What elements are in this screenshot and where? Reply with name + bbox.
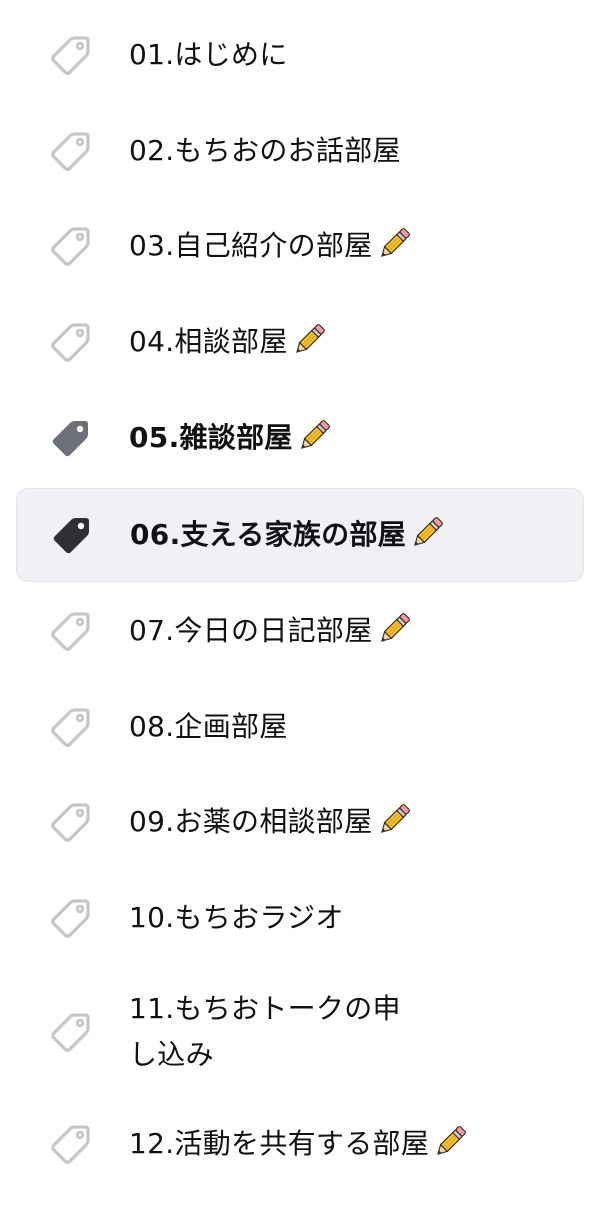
channel-name: 01.はじめに <box>129 38 288 71</box>
pencil-icon <box>295 324 325 353</box>
tag-outline-icon <box>50 897 92 939</box>
channel-item-02[interactable]: 02.もちおのお話部屋 <box>16 104 584 198</box>
channel-label: 11.もちおトークの申し込み <box>129 986 429 1078</box>
pencil-icon <box>380 228 410 257</box>
channel-item-11[interactable]: 11.もちおトークの申し込み <box>16 968 584 1096</box>
channel-label: 10.もちおラジオ <box>129 895 344 941</box>
tag-filled-icon <box>51 514 93 556</box>
channel-label: 01.はじめに <box>129 32 288 78</box>
tag-filled-icon <box>50 417 92 459</box>
channel-label: 05.雑談部屋 <box>129 415 333 461</box>
channel-name: 09.お薬の相談部屋 <box>129 805 373 838</box>
channel-item-12[interactable]: 12.活動を共有する部屋 <box>16 1097 584 1191</box>
channel-label: 02.もちおのお話部屋 <box>129 128 401 174</box>
channel-name: 04.相談部屋 <box>129 325 288 358</box>
tag-outline-icon <box>50 34 92 76</box>
channel-name: 06.支える家族の部屋 <box>130 518 407 551</box>
channel-item-04[interactable]: 04.相談部屋 <box>16 295 584 389</box>
tag-outline-icon <box>50 130 92 172</box>
channel-name: 03.自己紹介の部屋 <box>129 229 373 262</box>
tag-outline-icon <box>50 1123 92 1165</box>
tag-outline-icon <box>50 706 92 748</box>
channel-item-09[interactable]: 09.お薬の相談部屋 <box>16 775 584 869</box>
channel-label: 06.支える家族の部屋 <box>130 512 446 558</box>
channel-name: 10.もちおラジオ <box>129 901 344 934</box>
channel-label: 07.今日の日記部屋 <box>129 608 413 654</box>
pencil-icon <box>414 517 443 546</box>
pencil-icon <box>300 420 330 449</box>
channel-item-05[interactable]: 05.雑談部屋 <box>16 391 584 485</box>
channel-item-10[interactable]: 10.もちおラジオ <box>16 871 584 965</box>
tag-outline-icon <box>50 321 92 363</box>
pencil-icon <box>380 804 410 833</box>
channel-label: 12.活動を共有する部屋 <box>129 1121 469 1167</box>
tag-outline-icon <box>50 801 92 843</box>
channel-item-03[interactable]: 03.自己紹介の部屋 <box>16 199 584 293</box>
channel-item-08[interactable]: 08.企画部屋 <box>16 680 584 774</box>
channel-name: 08.企画部屋 <box>129 710 288 743</box>
channel-label: 03.自己紹介の部屋 <box>129 223 413 269</box>
channel-name: 12.活動を共有する部屋 <box>129 1127 430 1160</box>
pencil-icon <box>437 1126 467 1155</box>
pencil-icon <box>380 613 410 642</box>
channel-name: 07.今日の日記部屋 <box>129 614 373 647</box>
channel-item-01[interactable]: 01.はじめに <box>16 8 584 102</box>
channel-label: 09.お薬の相談部屋 <box>129 799 413 845</box>
channel-item-06[interactable]: 06.支える家族の部屋 <box>16 488 584 582</box>
channel-name: 02.もちおのお話部屋 <box>129 134 401 167</box>
channel-list: 01.はじめに 02.もちおのお話部屋 03.自己紹介の部屋 04.相談部屋 05.雑談… <box>0 0 595 1206</box>
tag-outline-icon <box>50 610 92 652</box>
channel-label: 08.企画部屋 <box>129 704 288 750</box>
tag-outline-icon <box>50 225 92 267</box>
tag-outline-icon <box>50 1011 92 1053</box>
channel-name: 11.もちおトークの申し込み <box>129 992 401 1071</box>
channel-item-07[interactable]: 07.今日の日記部屋 <box>16 584 584 678</box>
channel-name: 05.雑談部屋 <box>129 421 293 454</box>
channel-label: 04.相談部屋 <box>129 319 328 365</box>
